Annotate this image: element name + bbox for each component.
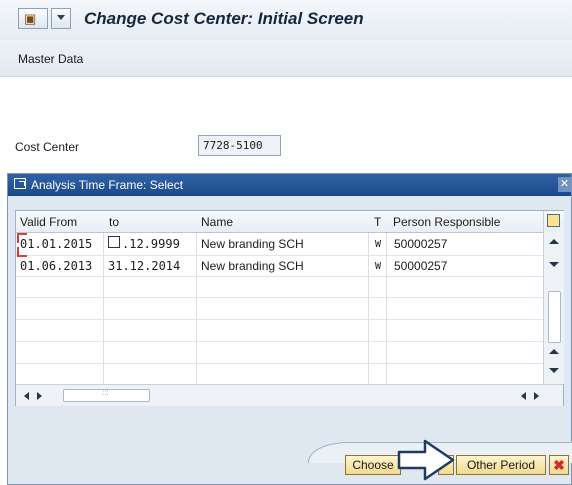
- scroll-down-icon[interactable]: [549, 262, 559, 267]
- scroll-right-icon[interactable]: [37, 392, 42, 400]
- scroll-left-icon[interactable]: [521, 392, 526, 400]
- table-header: Valid From to Name T Person Responsible: [16, 211, 543, 233]
- scroll-right-icon[interactable]: [534, 392, 539, 400]
- master-data-button[interactable]: Master Data: [18, 52, 83, 66]
- table-cell-person[interactable]: 50000257: [394, 259, 447, 273]
- cancel-x-icon[interactable]: ✖: [549, 455, 569, 475]
- col-header-name[interactable]: Name: [201, 215, 233, 229]
- col-header-person-responsible[interactable]: Person Responsible: [393, 215, 500, 229]
- scroll-up-icon[interactable]: [549, 239, 559, 244]
- annotation-arrow-icon: [397, 439, 455, 481]
- scroll-down-icon[interactable]: [549, 368, 559, 373]
- choose-button[interactable]: Choose: [345, 455, 401, 475]
- table-cell-person[interactable]: 50000257: [394, 237, 447, 251]
- scroll-thumb[interactable]: [548, 291, 561, 343]
- other-period-button[interactable]: Other Period: [456, 455, 546, 475]
- table-cell-type[interactable]: W: [375, 239, 381, 250]
- analysis-time-frame-dialog: Analysis Time Frame: Select ✕ Valid From…: [7, 173, 572, 485]
- table-cell-to[interactable]: 31.12.2014: [108, 259, 180, 273]
- col-header-valid-from[interactable]: Valid From: [20, 215, 77, 229]
- page-title: Change Cost Center: Initial Screen: [84, 9, 364, 28]
- row-divider: [16, 363, 543, 364]
- title-bar: ▣ Change Cost Center: Initial Screen: [0, 0, 572, 40]
- scroll-up-icon[interactable]: [549, 349, 559, 354]
- close-icon[interactable]: ✕: [558, 177, 571, 192]
- sap-menu-icon[interactable]: ▣: [18, 8, 48, 29]
- window-arrow-icon: [14, 178, 26, 189]
- scroll-grip: :::: [102, 388, 109, 397]
- dialog-title: Analysis Time Frame: Select: [31, 178, 184, 192]
- row-divider: [16, 255, 543, 256]
- row-divider: [16, 319, 543, 320]
- scroll-left-icon[interactable]: [24, 392, 29, 400]
- application-toolbar: Master Data: [0, 40, 572, 77]
- date-picker-icon[interactable]: [108, 236, 120, 248]
- row-divider: [16, 341, 543, 342]
- table-cell-valid-from[interactable]: 01.06.2013: [20, 259, 92, 273]
- table-cell-name[interactable]: New branding SCH: [201, 237, 304, 251]
- cost-center-field[interactable]: 7728-5100: [198, 135, 281, 156]
- time-frame-table: Valid From to Name T Person Responsible …: [15, 210, 564, 406]
- horizontal-scroll-thumb[interactable]: :::: [63, 388, 150, 402]
- column-settings-icon[interactable]: [543, 211, 564, 232]
- table-cell-valid-from[interactable]: 01.01.2015: [20, 237, 92, 251]
- dialog-title-bar[interactable]: Analysis Time Frame: Select: [8, 174, 571, 196]
- cost-center-label: Cost Center: [15, 140, 80, 154]
- vertical-scrollbar[interactable]: [543, 232, 564, 384]
- table-cell-to[interactable]: .12.9999: [122, 237, 180, 251]
- row-divider: [16, 276, 543, 277]
- row-divider: [16, 297, 543, 298]
- horizontal-scrollbar[interactable]: :::: [16, 384, 563, 406]
- chevron-down-icon[interactable]: [51, 8, 71, 29]
- col-header-to[interactable]: to: [109, 215, 119, 229]
- table-cell-name[interactable]: New branding SCH: [201, 259, 304, 273]
- table-cell-type[interactable]: W: [375, 261, 381, 272]
- col-header-type[interactable]: T: [374, 215, 381, 229]
